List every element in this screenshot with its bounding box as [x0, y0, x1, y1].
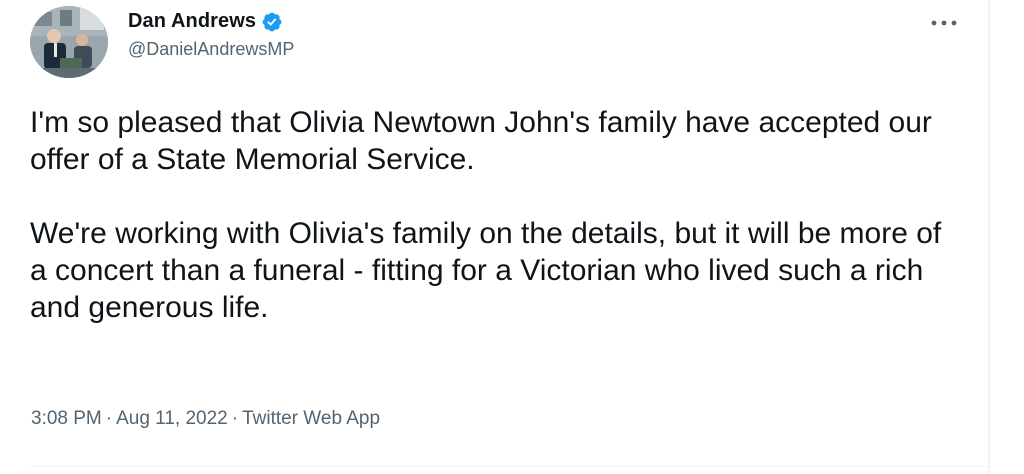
tweet-header: Dan Andrews @DanielAndrewsMP	[30, 4, 294, 80]
tweet-paragraph-1: I'm so pleased that Olivia Newtown John'…	[30, 106, 932, 176]
tweet-metadata: 3:08 PM · Aug 11, 2022 · Twitter Web App	[31, 408, 380, 430]
tweet-paragraph-2: We're working with Olivia's family on th…	[30, 217, 942, 324]
more-options-button[interactable]	[926, 8, 962, 38]
meta-separator: ·	[105, 408, 113, 429]
tweet-date[interactable]: Aug 11, 2022	[116, 408, 228, 429]
author-handle[interactable]: @DanielAndrewsMP	[128, 39, 294, 60]
tweet-card: Dan Andrews @DanielAndrewsMP I'm so plea…	[0, 0, 990, 474]
author-display-name[interactable]: Dan Andrews	[128, 10, 256, 33]
tweet-time[interactable]: 3:08 PM	[31, 408, 102, 429]
more-options-icon	[931, 20, 957, 26]
tweet-text: I'm so pleased that Olivia Newtown John'…	[30, 104, 960, 326]
avatar[interactable]	[30, 6, 108, 78]
verified-badge-icon	[261, 11, 283, 33]
author-info: Dan Andrews @DanielAndrewsMP	[128, 10, 294, 60]
divider	[30, 466, 988, 467]
profile-photo	[30, 6, 108, 78]
tweet-source[interactable]: Twitter Web App	[242, 408, 380, 429]
meta-separator: ·	[231, 408, 239, 429]
name-row: Dan Andrews	[128, 10, 294, 33]
